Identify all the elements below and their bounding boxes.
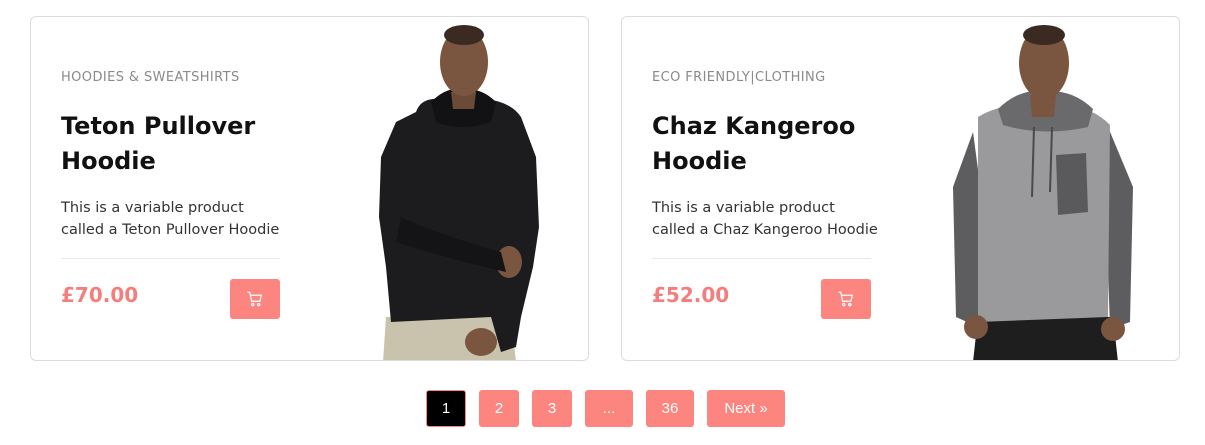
product-category: ECO FRIENDLY|CLOTHING — [652, 70, 826, 85]
product-image[interactable] — [938, 17, 1148, 361]
add-to-cart-button[interactable] — [230, 279, 280, 319]
product-price: £52.00 — [652, 283, 730, 307]
divider — [61, 258, 280, 259]
product-price: £70.00 — [61, 283, 139, 307]
divider — [652, 258, 871, 259]
product-title[interactable]: Chaz Kangeroo Hoodie — [652, 109, 882, 179]
pagination: 1 2 3 ... 36 Next » — [0, 390, 1205, 428]
page-36-button[interactable]: 36 — [646, 390, 694, 427]
product-card[interactable]: ECO FRIENDLY|CLOTHING Chaz Kangeroo Hood… — [621, 16, 1180, 361]
product-description: This is a variable product called a Teto… — [61, 200, 280, 238]
product-image[interactable] — [361, 17, 561, 361]
next-page-button[interactable]: Next » — [707, 390, 785, 427]
page-1-button[interactable]: 1 — [426, 390, 466, 427]
product-category: HOODIES & SWEATSHIRTS — [61, 70, 240, 85]
product-title[interactable]: Teton Pullover Hoodie — [61, 109, 291, 179]
cart-icon — [838, 291, 854, 307]
product-card[interactable]: HOODIES & SWEATSHIRTS Teton Pullover Hoo… — [30, 16, 589, 361]
product-description: This is a variable product called a Chaz… — [652, 200, 878, 238]
page-3-button[interactable]: 3 — [532, 390, 572, 427]
cart-icon — [247, 291, 263, 307]
page-ellipsis: ... — [585, 390, 633, 427]
page-2-button[interactable]: 2 — [479, 390, 519, 427]
add-to-cart-button[interactable] — [821, 279, 871, 319]
